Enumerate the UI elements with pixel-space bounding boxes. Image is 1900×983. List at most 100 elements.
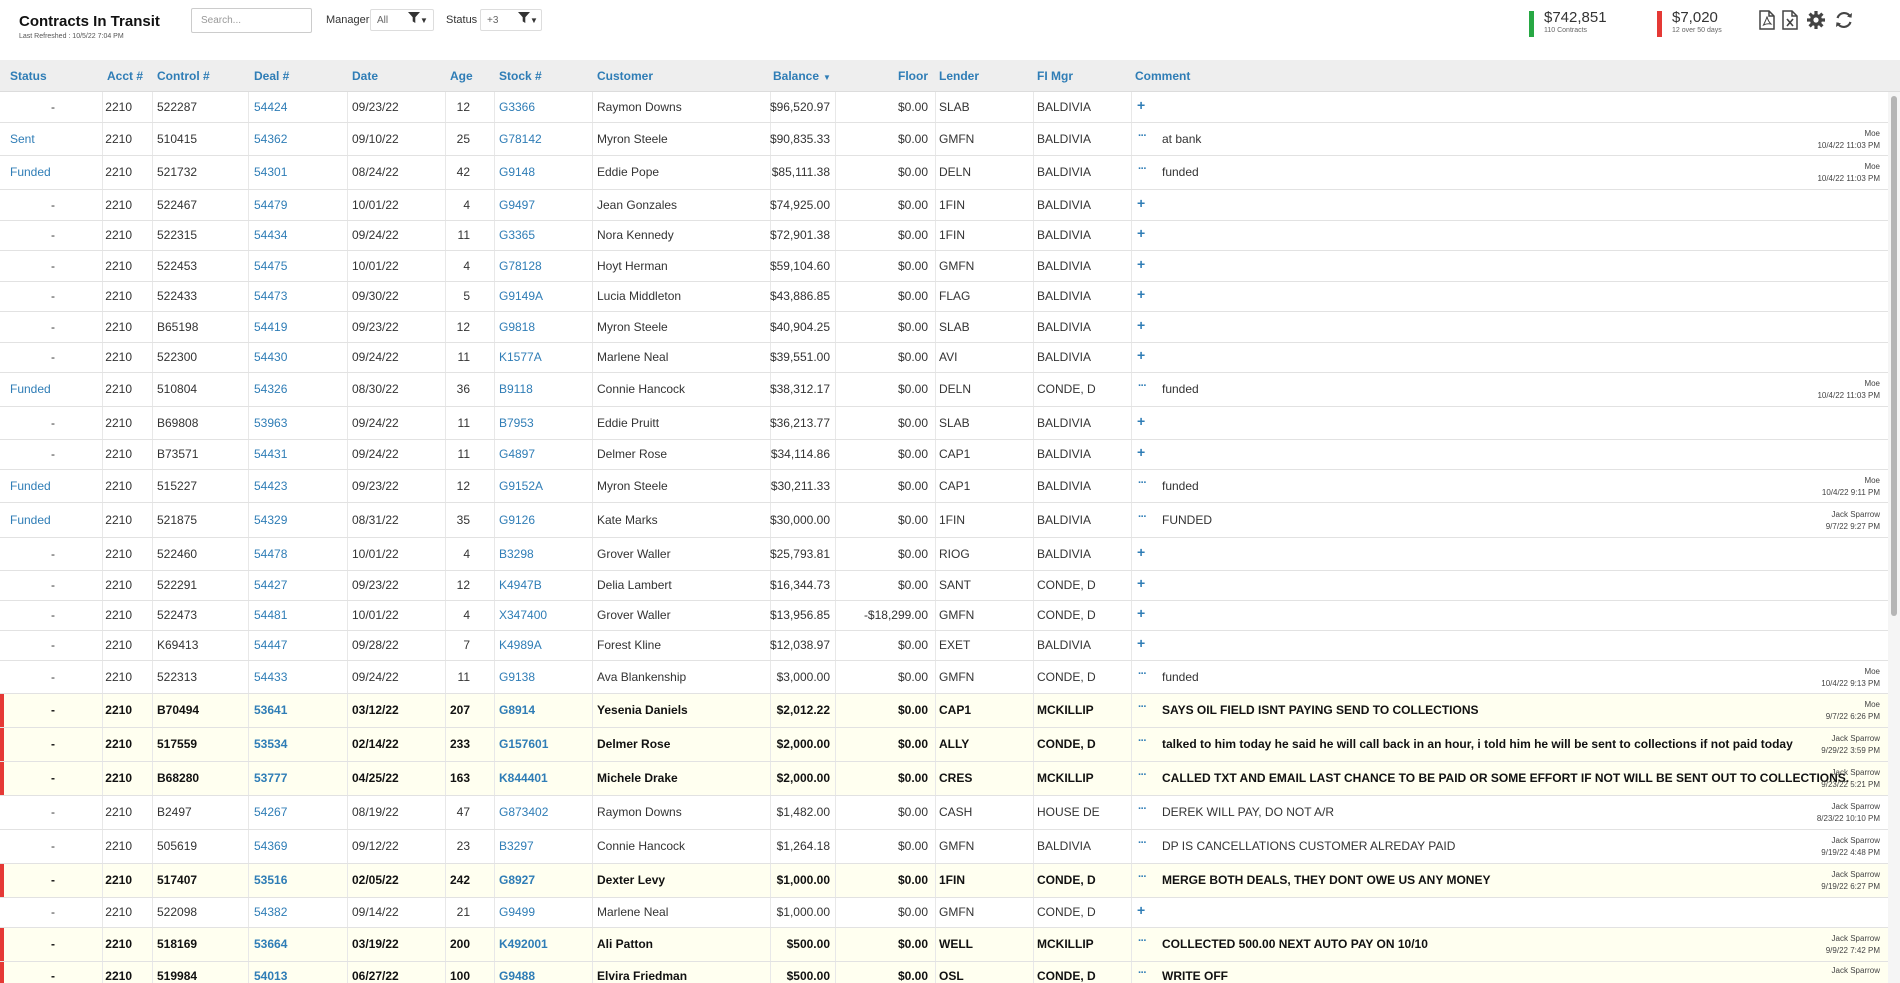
comment-menu-icon[interactable]: ··· — [1138, 380, 1147, 392]
add-comment-icon[interactable]: + — [1137, 413, 1145, 429]
table-row[interactable]: - 2210 517407 53516 02/05/22 242 G8927 Dexter L… — [0, 864, 1888, 898]
stock-link[interactable]: K1577A — [499, 350, 542, 364]
stock-link[interactable]: G873402 — [499, 805, 548, 819]
comment-menu-icon[interactable]: ··· — [1138, 769, 1147, 781]
comment-text[interactable]: WRITE OFF — [1162, 969, 1228, 983]
status-cell[interactable]: - — [0, 905, 55, 919]
stock-link[interactable]: G9138 — [499, 670, 535, 684]
status-cell[interactable]: - — [0, 839, 55, 853]
deal-link[interactable]: 54362 — [254, 132, 287, 146]
add-comment-icon[interactable]: + — [1137, 902, 1145, 918]
status-cell[interactable]: - — [0, 228, 55, 242]
column-header-control[interactable]: Control # — [157, 69, 210, 83]
status-filter-button[interactable]: ▼ — [518, 12, 538, 26]
table-row[interactable]: Funded 2210 515227 54423 09/23/22 12 G9152A Myr… — [0, 470, 1888, 503]
comment-text[interactable]: at bank — [1162, 132, 1201, 146]
status-cell[interactable]: - — [0, 805, 55, 819]
stock-link[interactable]: X347400 — [499, 608, 547, 622]
stock-link[interactable]: K4989A — [499, 638, 542, 652]
column-header-acct[interactable]: Acct # — [107, 69, 143, 83]
table-row[interactable]: Funded 2210 521732 54301 08/24/22 42 G9148 Eddi… — [0, 156, 1888, 190]
stock-link[interactable]: G8927 — [499, 873, 535, 887]
add-comment-icon[interactable]: + — [1137, 544, 1145, 560]
comment-text[interactable]: funded — [1162, 670, 1199, 684]
table-row[interactable]: - 2210 K69413 54447 09/28/22 7 K4989A Forest Kl… — [0, 631, 1888, 661]
deal-link[interactable]: 53963 — [254, 416, 287, 430]
deal-link[interactable]: 54427 — [254, 578, 287, 592]
stock-link[interactable]: G9148 — [499, 165, 535, 179]
add-comment-icon[interactable]: + — [1137, 195, 1145, 211]
stock-link[interactable]: G8914 — [499, 703, 535, 717]
deal-link[interactable]: 54430 — [254, 350, 287, 364]
comment-text[interactable]: talked to him today he said he will call… — [1162, 737, 1793, 751]
vertical-scrollbar[interactable] — [1888, 92, 1900, 983]
table-row[interactable]: - 2210 B2497 54267 08/19/22 47 G873402 Raymon D… — [0, 796, 1888, 830]
comment-text[interactable]: DP IS CANCELLATIONS CUSTOMER ALREDAY PAI… — [1162, 839, 1455, 853]
stock-link[interactable]: B9118 — [499, 382, 533, 396]
add-comment-icon[interactable]: + — [1137, 286, 1145, 302]
add-comment-icon[interactable]: + — [1137, 575, 1145, 591]
comment-menu-icon[interactable]: ··· — [1138, 803, 1147, 815]
excel-export-icon[interactable] — [1782, 10, 1802, 30]
add-comment-icon[interactable]: + — [1137, 317, 1145, 333]
column-header-deal[interactable]: Deal # — [254, 69, 289, 83]
add-comment-icon[interactable]: + — [1137, 256, 1145, 272]
deal-link[interactable]: 54447 — [254, 638, 287, 652]
deal-link[interactable]: 54424 — [254, 100, 287, 114]
deal-link[interactable]: 54267 — [254, 805, 287, 819]
column-header-age[interactable]: Age — [450, 69, 473, 83]
stock-link[interactable]: G78142 — [499, 132, 542, 146]
add-comment-icon[interactable]: + — [1137, 444, 1145, 460]
deal-link[interactable]: 53664 — [254, 937, 287, 951]
table-row[interactable]: - 2210 522287 54424 09/23/22 12 G3366 Raymon Do… — [0, 92, 1888, 123]
table-row[interactable]: - 2210 B70494 53641 03/12/22 207 G8914 Yesenia … — [0, 694, 1888, 728]
column-header-balance[interactable]: Balance ▼ — [773, 69, 831, 83]
add-comment-icon[interactable]: + — [1137, 347, 1145, 363]
stock-link[interactable]: G9497 — [499, 198, 535, 212]
comment-text[interactable]: funded — [1162, 479, 1199, 493]
comment-menu-icon[interactable]: ··· — [1138, 511, 1147, 523]
comment-menu-icon[interactable]: ··· — [1138, 837, 1147, 849]
column-header-fi-mgr[interactable]: FI Mgr — [1037, 69, 1073, 83]
table-row[interactable]: - 2210 522098 54382 09/14/22 21 G9499 Marlene N… — [0, 898, 1888, 928]
deal-link[interactable]: 54369 — [254, 839, 287, 853]
comment-menu-icon[interactable]: ··· — [1138, 967, 1147, 979]
comment-text[interactable]: MERGE BOTH DEALS, THEY DONT OWE US ANY M… — [1162, 873, 1490, 887]
status-cell[interactable]: - — [0, 737, 55, 751]
status-cell[interactable]: - — [0, 703, 55, 717]
stock-link[interactable]: G9126 — [499, 513, 535, 527]
status-cell[interactable]: - — [0, 289, 55, 303]
status-cell[interactable]: - — [0, 547, 55, 561]
deal-link[interactable]: 54479 — [254, 198, 287, 212]
deal-link[interactable]: 54434 — [254, 228, 287, 242]
status-cell[interactable]: - — [0, 320, 55, 334]
gear-icon[interactable] — [1806, 10, 1826, 30]
stock-link[interactable]: K492001 — [499, 937, 548, 951]
column-header-lender[interactable]: Lender — [939, 69, 979, 83]
deal-link[interactable]: 54382 — [254, 905, 287, 919]
stock-link[interactable]: G157601 — [499, 737, 548, 751]
stock-link[interactable]: G9818 — [499, 320, 535, 334]
table-row[interactable]: - 2210 B68280 53777 04/25/22 163 K844401 Michel… — [0, 762, 1888, 796]
status-cell[interactable]: - — [0, 638, 55, 652]
status-cell[interactable]: Funded — [10, 513, 51, 527]
status-cell[interactable]: - — [0, 578, 55, 592]
table-row[interactable]: Funded 2210 521875 54329 08/31/22 35 G9126 Kate… — [0, 503, 1888, 538]
table-row[interactable]: - 2210 522453 54475 10/01/22 4 G78128 Hoyt Herm… — [0, 251, 1888, 282]
status-cell[interactable]: - — [0, 670, 55, 684]
table-row[interactable]: - 2210 B73571 54431 09/24/22 11 G4897 Delmer Ro… — [0, 440, 1888, 470]
stock-link[interactable]: G9499 — [499, 905, 535, 919]
stock-link[interactable]: B3297 — [499, 839, 534, 853]
table-row[interactable]: - 2210 518169 53664 03/19/22 200 K492001 Ali Pa… — [0, 928, 1888, 962]
comment-menu-icon[interactable]: ··· — [1138, 668, 1147, 680]
table-row[interactable]: - 2210 522291 54427 09/23/22 12 K4947B Delia La… — [0, 571, 1888, 601]
column-header-date[interactable]: Date — [352, 69, 378, 83]
status-cell[interactable]: Funded — [10, 479, 51, 493]
comment-text[interactable]: DEREK WILL PAY, DO NOT A/R — [1162, 805, 1334, 819]
stock-link[interactable]: G3366 — [499, 100, 535, 114]
table-row[interactable]: - 2210 522467 54479 10/01/22 4 G9497 Jean Gonza… — [0, 190, 1888, 221]
stock-link[interactable]: G9149A — [499, 289, 543, 303]
comment-menu-icon[interactable]: ··· — [1138, 935, 1147, 947]
deal-link[interactable]: 54419 — [254, 320, 287, 334]
status-cell[interactable]: - — [0, 416, 55, 430]
